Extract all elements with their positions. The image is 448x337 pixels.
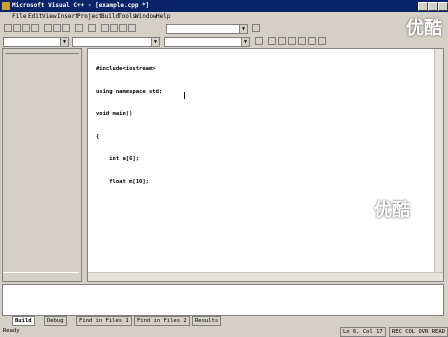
menu-file[interactable]: File [12, 12, 26, 22]
menu-edit[interactable]: Edit [28, 12, 42, 22]
text-cursor-icon [184, 92, 188, 99]
code-line: void main() [96, 111, 133, 117]
save-all-icon[interactable] [31, 24, 39, 32]
execute-icon[interactable] [298, 37, 306, 45]
tab-build[interactable]: Build [12, 316, 35, 326]
find-combo[interactable]: ▼ [166, 24, 248, 34]
code-line: float m[10]; [96, 178, 149, 185]
code-line: { [96, 133, 100, 140]
output-panel[interactable] [2, 284, 444, 316]
workspace-tree[interactable] [5, 53, 79, 279]
copy-icon[interactable] [53, 24, 61, 32]
code-line: int a[6]; [96, 156, 140, 162]
workspace-icon[interactable] [101, 24, 109, 32]
menu-tools[interactable]: Tools [118, 12, 136, 22]
save-icon[interactable] [22, 24, 30, 32]
horizontal-scrollbar[interactable] [88, 272, 443, 281]
menu-window[interactable]: Window [135, 12, 157, 22]
redo-icon[interactable] [88, 24, 96, 32]
source-code[interactable]: #include<iostream> using namespace std; … [96, 51, 162, 299]
paste-icon[interactable] [62, 24, 70, 32]
watermark-logo: 优酷 [406, 18, 442, 39]
menu-build[interactable]: Build [101, 12, 119, 22]
maximize-button[interactable] [428, 2, 438, 11]
watermark-logo: 优酷 [374, 200, 410, 221]
build-icon[interactable] [278, 37, 286, 45]
standard-toolbar: ▼ [0, 22, 448, 36]
workspace-tabs[interactable] [3, 272, 79, 281]
status-ready: Ready [3, 328, 20, 334]
output-tabs: Build Debug Find in Files 1 Find in File… [2, 316, 444, 326]
window-title: Microsoft Visual C++ - [example.cpp *] [12, 2, 150, 9]
vertical-scrollbar[interactable] [434, 49, 443, 281]
chevron-down-icon[interactable]: ▼ [60, 38, 68, 46]
wizard-bar: ▼ ▼ ▼ [0, 36, 448, 48]
code-editor[interactable]: #include<iostream> using namespace std; … [87, 48, 444, 282]
app-icon [2, 2, 10, 10]
tab-find-in-files-1[interactable]: Find in Files 1 [76, 316, 132, 326]
status-bar: Ready Ln 6, Col 17 REC COL OVR READ [0, 326, 448, 337]
filter-combo[interactable]: ▼ [72, 37, 160, 47]
tab-find-in-files-2[interactable]: Find in Files 2 [134, 316, 190, 326]
code-line: using namespace std; [96, 88, 163, 95]
menu-help[interactable]: Help [156, 12, 170, 22]
workspace-panel [2, 48, 82, 282]
chevron-down-icon[interactable]: ▼ [239, 25, 247, 33]
window-list-icon[interactable] [119, 24, 127, 32]
tab-results[interactable]: Results [192, 316, 222, 326]
minimize-button[interactable] [418, 2, 428, 11]
chevron-down-icon[interactable]: ▼ [151, 38, 159, 46]
menu-project[interactable]: Project [77, 12, 102, 22]
menu-view[interactable]: View [42, 12, 56, 22]
menu-insert[interactable]: Insert [57, 12, 79, 22]
cut-icon[interactable] [44, 24, 52, 32]
title-bar: Microsoft Visual C++ - [example.cpp *] [0, 0, 448, 12]
stop-build-icon[interactable] [288, 37, 296, 45]
find-in-files-icon[interactable] [128, 24, 136, 32]
undo-icon[interactable] [75, 24, 83, 32]
class-combo[interactable]: ▼ [3, 37, 69, 47]
new-file-icon[interactable] [4, 24, 12, 32]
find-icon[interactable] [252, 24, 260, 32]
tab-debug[interactable]: Debug [44, 316, 67, 326]
close-button[interactable] [438, 2, 448, 11]
open-icon[interactable] [13, 24, 21, 32]
chevron-down-icon[interactable]: ▼ [241, 38, 249, 46]
compile-icon[interactable] [268, 37, 276, 45]
members-combo[interactable]: ▼ [164, 37, 250, 47]
breakpoint-icon[interactable] [318, 37, 326, 45]
code-line: #include<iostream> [96, 66, 156, 72]
go-icon[interactable] [308, 37, 316, 45]
menu-bar: File Edit View Insert Project Build Tool… [0, 12, 448, 22]
output-icon[interactable] [110, 24, 118, 32]
wizard-action-icon[interactable] [255, 37, 263, 45]
